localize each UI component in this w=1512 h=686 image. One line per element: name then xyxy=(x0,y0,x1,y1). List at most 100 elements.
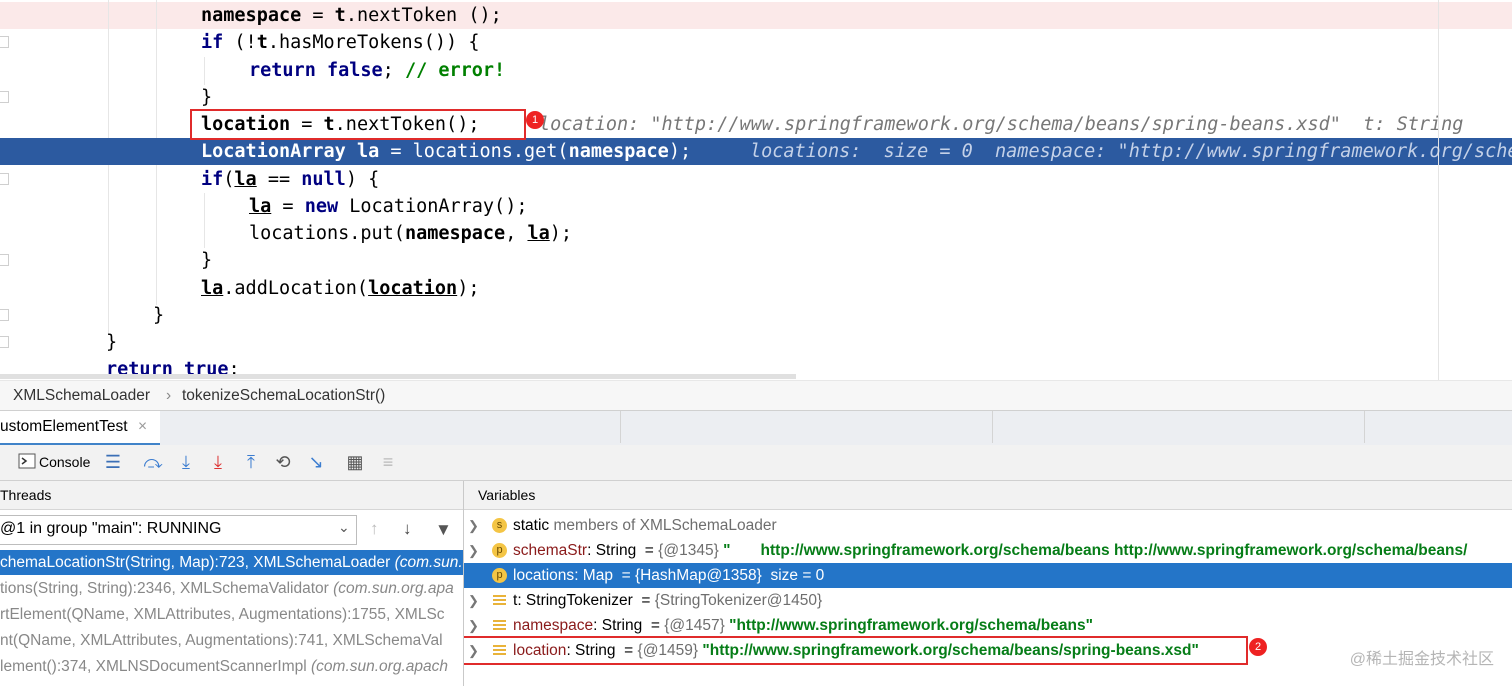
code-token: ); xyxy=(668,141,692,162)
evaluate-expression-icon[interactable]: ▦ xyxy=(343,450,367,474)
menu-lines-icon[interactable]: ☰ xyxy=(101,450,125,474)
step-into-icon[interactable]: ⤓ xyxy=(174,450,198,474)
code-token: la xyxy=(234,169,257,190)
breadcrumb-class[interactable]: XMLSchemaLoader xyxy=(13,387,150,405)
inline-debug-hint: location: "http://www.springframework.or… xyxy=(539,114,1464,135)
breadcrumb: XMLSchemaLoader › tokenizeSchemaLocation… xyxy=(0,380,1512,411)
thread-selector-dropdown[interactable]: @1 in group "main": RUNNING ⌄ xyxy=(0,515,357,545)
code-token: } xyxy=(201,250,213,271)
code-line[interactable]: if(la == null) { xyxy=(0,166,1512,193)
selected-thread: @1 in group "main": RUNNING xyxy=(0,520,222,537)
stack-frame[interactable]: rtElement(QName, XMLAttributes, Augmenta… xyxy=(0,602,463,627)
variable-row-static[interactable]: ❯ s static members of XMLSchemaLoader xyxy=(464,513,1512,538)
code-token: ; xyxy=(382,60,405,81)
code-token: la xyxy=(249,196,272,217)
indent-guide xyxy=(108,0,109,138)
code-token: , xyxy=(505,223,528,244)
threads-header: Threads xyxy=(0,481,463,510)
fold-marker-icon[interactable] xyxy=(0,309,9,321)
chevron-right-icon[interactable]: ❯ xyxy=(468,588,479,613)
fold-marker-icon[interactable] xyxy=(0,254,9,266)
fold-marker-icon[interactable] xyxy=(0,36,9,48)
arrow-down-icon[interactable]: ↓ xyxy=(403,519,412,539)
arrow-up-icon[interactable]: ↑ xyxy=(370,519,379,539)
stack-frame[interactable]: nt(QName, XMLAttributes, Augmentations):… xyxy=(0,628,463,653)
fold-marker-icon[interactable] xyxy=(0,173,9,185)
code-token: ) { xyxy=(345,169,380,190)
step-out-icon[interactable]: ⤒ xyxy=(239,450,263,474)
code-token: locations.put( xyxy=(249,223,405,244)
horizontal-scrollbar[interactable] xyxy=(0,374,796,379)
variables-title: Variables xyxy=(478,487,536,503)
variable-row-locations[interactable]: p locations: Map = {HashMap@1358} size =… xyxy=(464,563,1512,588)
indent-guide xyxy=(156,0,157,138)
code-token: location xyxy=(368,278,458,299)
code-token: (! xyxy=(223,32,257,53)
indent-guide xyxy=(156,165,157,305)
indent-guide xyxy=(204,193,205,248)
code-line[interactable]: } xyxy=(0,247,1512,274)
variable-row-t[interactable]: ❯ t: StringTokenizer = {StringTokenizer@… xyxy=(464,588,1512,613)
variable-row-namespace[interactable]: ❯ namespace: String = {@1457} "http://ww… xyxy=(464,613,1512,638)
code-line[interactable]: locations.put(namespace, la); xyxy=(0,220,1512,247)
code-token: ); xyxy=(549,223,573,244)
tab-debug-session[interactable]: ustomElementTest × xyxy=(0,411,160,446)
watermark: @稀土掘金技术社区 xyxy=(1349,651,1494,668)
code-token: .nextToken (); xyxy=(345,5,502,26)
code-token: } xyxy=(201,87,213,108)
highlight-box-location-var xyxy=(464,636,1248,665)
breadcrumb-separator: › xyxy=(166,387,172,404)
indent-guide xyxy=(108,165,109,333)
fold-marker-icon[interactable] xyxy=(0,91,9,103)
code-line[interactable]: la.addLocation(location); xyxy=(0,275,1512,302)
code-line[interactable]: if (!t.hasMoreTokens()) { xyxy=(0,29,1512,56)
stack-frame[interactable]: lement():374, XMLNSDocumentScannerImpl (… xyxy=(0,654,463,679)
stack-frame[interactable]: chemaLocationStr(String, Map):723, XMLSc… xyxy=(0,550,463,575)
step-over-icon[interactable]: ⤼ xyxy=(141,450,165,474)
tab-divider xyxy=(992,411,993,443)
debug-toolbar: Console ☰ ⤼ ⤓ ⤓ ⤒ ⟲ ↘ ▦ ≡ xyxy=(0,445,1512,481)
chevron-right-icon[interactable]: ❯ xyxy=(468,613,479,638)
code-token: } xyxy=(106,332,118,353)
code-token: la xyxy=(527,223,550,244)
tab-label: ustomElementTest xyxy=(0,418,128,435)
run-to-cursor-icon[interactable]: ↘ xyxy=(304,450,328,474)
code-editor[interactable]: namespace = t.nextToken (); if (!t.hasMo… xyxy=(0,0,1512,380)
code-line[interactable]: namespace = t.nextToken (); xyxy=(0,2,1512,29)
variable-row-schemaStr[interactable]: ❯ p schemaStr: String = {@1345} " http:/… xyxy=(464,538,1512,563)
force-step-into-icon[interactable]: ⤓ xyxy=(206,450,230,474)
stack-frame[interactable]: tions(String, String):2346, XMLSchemaVal… xyxy=(0,576,463,601)
variables-header: Variables xyxy=(464,481,1512,510)
code-token: = locations.get( xyxy=(379,141,569,162)
inline-debug-hint: locations: size = 0 namespace: "http://w… xyxy=(750,141,1512,162)
static-icon: s xyxy=(492,518,507,533)
current-execution-line[interactable]: LocationArray la = locations.get(namespa… xyxy=(0,138,1512,165)
code-token: } xyxy=(153,305,165,326)
console-tab-label[interactable]: Console xyxy=(39,454,90,470)
close-icon[interactable]: × xyxy=(138,418,147,436)
code-token: if xyxy=(201,32,224,53)
fold-marker-icon[interactable] xyxy=(0,336,9,348)
breadcrumb-method[interactable]: tokenizeSchemaLocationStr() xyxy=(182,387,385,405)
code-line[interactable]: la = new LocationArray(); xyxy=(0,193,1512,220)
chevron-down-icon: ⌄ xyxy=(338,519,350,535)
indent-guide xyxy=(204,57,205,85)
chevron-right-icon[interactable]: ❯ xyxy=(468,538,479,563)
code-line[interactable]: return false; // error! xyxy=(0,57,1512,84)
code-token: ); xyxy=(457,278,480,299)
tab-divider xyxy=(1364,411,1365,443)
code-token: la xyxy=(201,278,224,299)
code-token: ( xyxy=(223,169,235,190)
drop-frame-icon[interactable]: ⟲ xyxy=(271,450,295,474)
chevron-right-icon[interactable]: ❯ xyxy=(468,513,479,538)
code-token: // error! xyxy=(404,60,506,81)
code-token: return false xyxy=(249,60,383,81)
filter-icon[interactable]: ▼ xyxy=(435,520,452,540)
code-token: .addLocation( xyxy=(223,278,369,299)
right-margin-guide xyxy=(1438,0,1439,380)
code-line[interactable]: } xyxy=(0,302,1512,329)
code-line[interactable]: } xyxy=(0,329,1512,356)
code-line[interactable]: } xyxy=(0,84,1512,111)
trace-icon[interactable]: ≡ xyxy=(376,450,400,474)
tab-divider xyxy=(620,411,621,443)
